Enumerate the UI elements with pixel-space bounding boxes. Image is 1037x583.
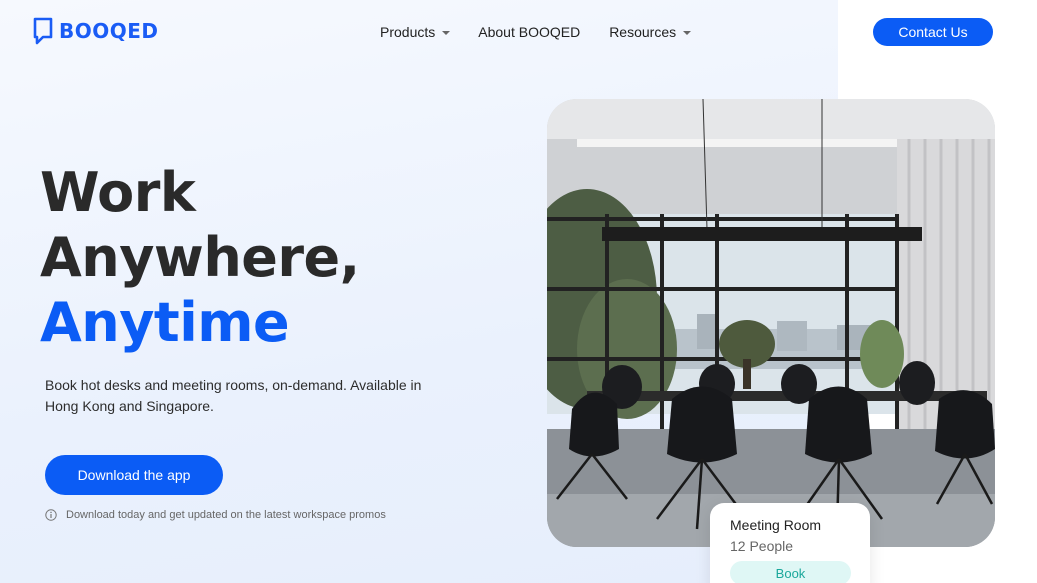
caret-down-icon [442, 30, 451, 35]
nav-products[interactable]: Products [380, 24, 451, 40]
download-app-button[interactable]: Download the app [45, 455, 223, 495]
logo-text: BOOQED [59, 19, 159, 43]
hero-title: Work Anywhere, Anytime [40, 160, 360, 355]
hero-title-line1: Work [40, 161, 196, 224]
nav-resources[interactable]: Resources [609, 24, 692, 40]
room-name: Meeting Room [730, 517, 822, 533]
nav-about[interactable]: About BOOQED [478, 24, 580, 40]
caret-down-icon [683, 30, 692, 35]
hero-title-line2: Anywhere, [40, 226, 360, 289]
info-icon [45, 509, 57, 521]
logo-icon [33, 17, 53, 45]
nav-products-label: Products [380, 24, 436, 40]
main-nav: Products About BOOQED Resources [380, 24, 692, 40]
hero-description: Book hot desks and meeting rooms, on-dem… [45, 377, 422, 414]
logo[interactable]: BOOQED [33, 17, 159, 45]
promo-note: Download today and get updated on the la… [45, 509, 386, 521]
room-card: Meeting Room 12 People Book [710, 503, 870, 583]
nav-resources-label: Resources [609, 24, 677, 40]
hero-title-accent: Anytime [40, 291, 290, 354]
book-button[interactable]: Book [730, 561, 851, 583]
contact-us-button[interactable]: Contact Us [873, 18, 993, 46]
promo-note-text: Download today and get updated on the la… [66, 509, 386, 521]
nav-about-label: About BOOQED [478, 24, 581, 40]
room-capacity: 12 People [730, 538, 794, 554]
meeting-room-photo [547, 99, 995, 547]
